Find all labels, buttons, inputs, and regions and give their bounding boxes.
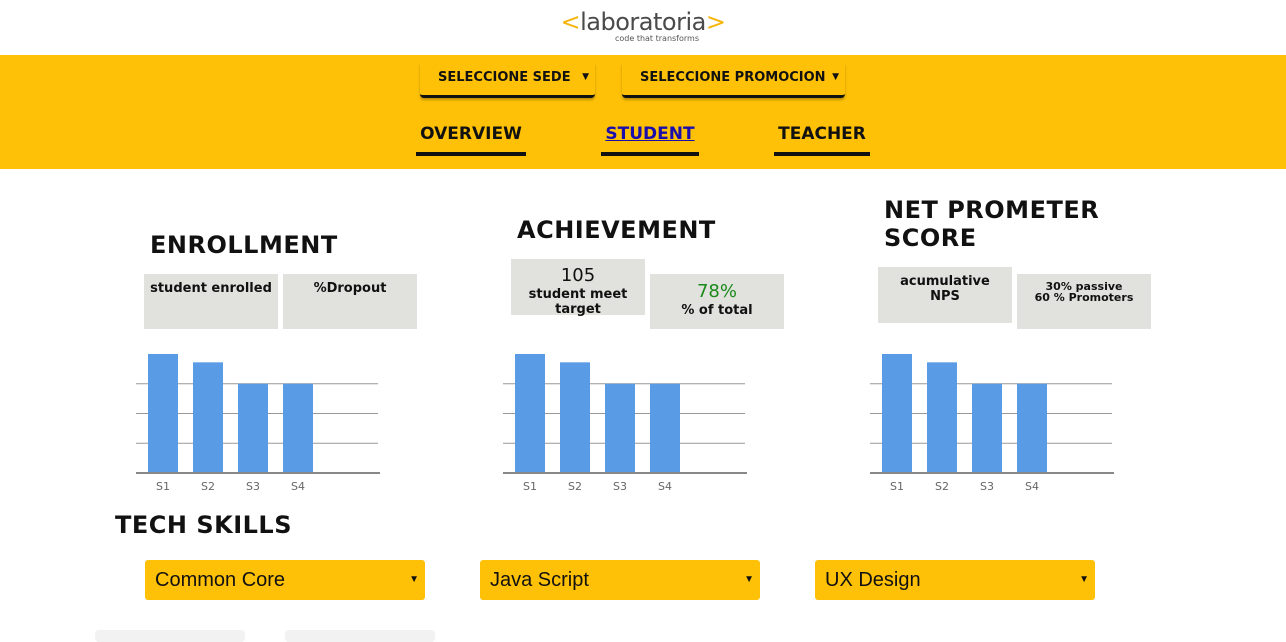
promocion-select[interactable]: SELECCIONE PROMOCION ▼: [622, 63, 845, 98]
tab-student[interactable]: STUDENT: [601, 124, 699, 156]
bar-s1: [882, 354, 912, 473]
dropout-card: %Dropout: [283, 274, 417, 329]
tab-overview[interactable]: OVERVIEW: [416, 124, 526, 156]
bar-s4: [283, 383, 313, 473]
bar-s2: [193, 362, 223, 473]
chevron-down-icon: ▼: [582, 72, 589, 82]
tick-label: S1: [890, 480, 904, 493]
enrollment-title: ENROLLMENT: [150, 231, 338, 259]
bar-s1: [148, 354, 178, 473]
bar-s3: [605, 383, 635, 473]
bar-s2: [927, 362, 957, 473]
enrollment-chart: S1 S2 S3 S4: [136, 354, 380, 493]
tick-label: S4: [1025, 480, 1039, 493]
tick-label: S2: [935, 480, 949, 493]
partial-card: [285, 630, 435, 642]
nps-title: NET PROMETER SCORE: [884, 196, 1100, 252]
tick-label: S2: [568, 480, 582, 493]
tick-label: S4: [291, 480, 305, 493]
student-meet-target-card: 105 student meet target: [511, 259, 645, 317]
student-enrolled-card: student enrolled: [144, 274, 278, 329]
tick-label: S3: [980, 480, 994, 493]
achievement-chart: S1 S2 S3 S4: [503, 354, 747, 493]
bar-s2: [560, 362, 590, 473]
tick-label: S2: [201, 480, 215, 493]
tab-teacher[interactable]: TEACHER: [774, 124, 870, 156]
javascript-select[interactable]: Java Script ▼: [480, 560, 760, 600]
tech-skills-title: TECH SKILLS: [115, 511, 293, 539]
bar-s1: [515, 354, 545, 473]
tick-label: S4: [658, 480, 672, 493]
chevron-down-icon: ▼: [744, 574, 754, 585]
logo-tagline: code that transforms: [614, 34, 699, 43]
achievement-title: ACHIEVEMENT: [517, 216, 716, 244]
logo-wordmark: <laboratoria>: [560, 8, 726, 36]
bar-s4: [650, 383, 680, 473]
cumulative-nps-card: acumulative NPS: [878, 267, 1012, 323]
meet-target-value: 105: [560, 265, 596, 286]
common-core-select[interactable]: Common Core ▼: [145, 560, 425, 600]
bar-s3: [972, 383, 1002, 473]
sede-select[interactable]: SELECCIONE SEDE ▼: [420, 63, 595, 98]
tick-label: S3: [246, 480, 260, 493]
laboratoria-logo: <laboratoria> code that transforms: [0, 8, 1286, 43]
percent-value: 78%: [696, 281, 737, 302]
tick-label: S1: [156, 480, 170, 493]
bar-s3: [238, 383, 268, 473]
percent-of-total-card: 78% % of total: [650, 274, 784, 329]
nps-breakdown-card: 30% passive 60 % Promoters: [1017, 274, 1151, 329]
tick-label: S3: [613, 480, 627, 493]
ux-design-select[interactable]: UX Design ▼: [815, 560, 1095, 600]
partial-card: [95, 630, 245, 642]
nps-chart: S1 S2 S3 S4: [870, 354, 1114, 493]
bar-s4: [1017, 383, 1047, 473]
chevron-down-icon: ▼: [1079, 574, 1089, 585]
tick-label: S1: [523, 480, 537, 493]
chevron-down-icon: ▼: [832, 72, 839, 82]
chevron-down-icon: ▼: [409, 574, 419, 585]
